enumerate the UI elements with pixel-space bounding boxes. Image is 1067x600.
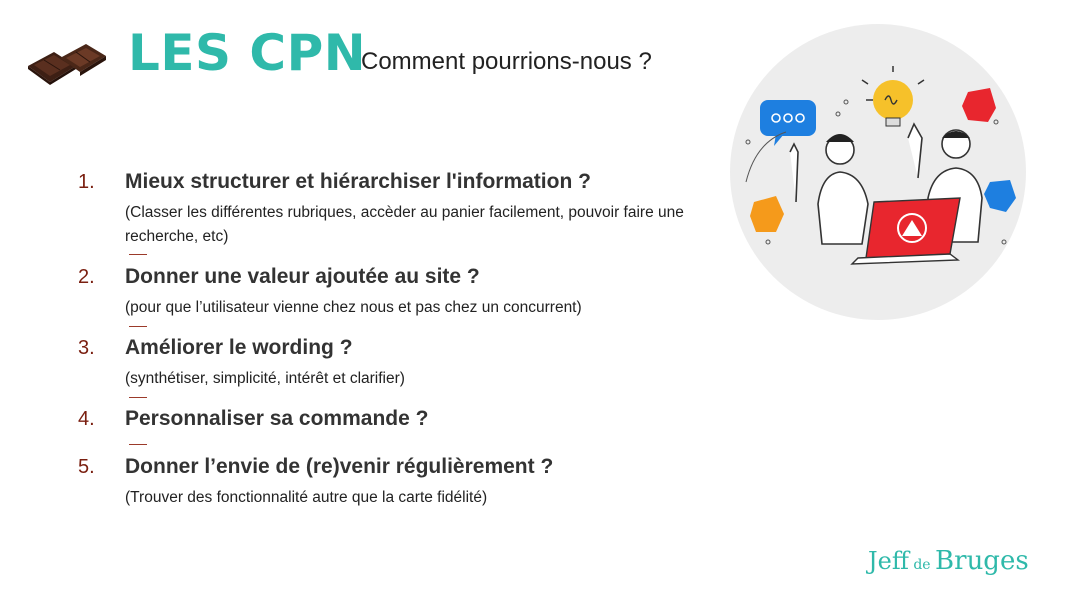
chocolate-image xyxy=(28,44,106,85)
separator xyxy=(129,397,147,398)
item-description: (Trouver des fonctionnalité autre que la… xyxy=(125,489,488,506)
page-subtitle: Comment pourrions-nous ? xyxy=(361,48,652,75)
item-description: (pour que l’utilisateur vienne chez nous… xyxy=(125,299,582,316)
page-title: LES CPN xyxy=(128,24,367,82)
item-heading: Améliorer le wording ? xyxy=(125,336,353,359)
item-number: 1. xyxy=(78,171,95,193)
item-heading: Donner l’envie de (re)venir régulièremen… xyxy=(125,455,554,478)
item-description: (Classer les différentes rubriques, accè… xyxy=(125,204,684,245)
item-heading: Mieux structurer et hiérarchiser l'infor… xyxy=(125,170,591,193)
separator xyxy=(129,326,147,327)
item-heading: Donner une valeur ajoutée au site ? xyxy=(125,265,480,288)
separator xyxy=(129,444,147,445)
item-number: 3. xyxy=(78,337,95,359)
item-number: 2. xyxy=(78,266,95,288)
item-number: 4. xyxy=(78,408,95,430)
team-brainstorm-illustration xyxy=(730,24,1026,320)
jeff-de-bruges-logo: Jeff de Bruges xyxy=(868,546,1029,576)
separator xyxy=(129,254,147,255)
item-description: (synthétiser, simplicité, intérêt et cla… xyxy=(125,370,405,387)
item-number: 5. xyxy=(78,456,95,478)
item-heading: Personnaliser sa commande ? xyxy=(125,407,429,430)
